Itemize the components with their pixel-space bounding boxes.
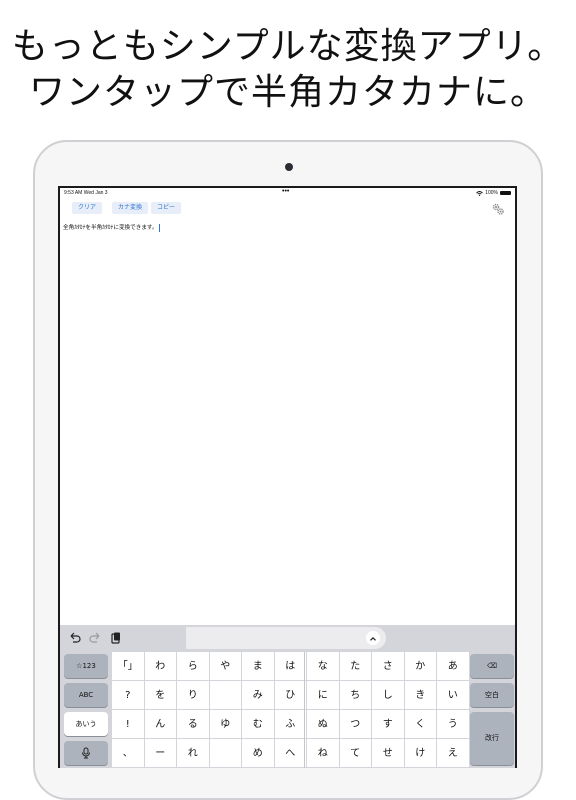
- kana-key[interactable]: た: [339, 652, 372, 681]
- kana-key[interactable]: ね: [307, 739, 340, 768]
- dictation-key[interactable]: [64, 741, 108, 765]
- kana-key: [209, 739, 242, 768]
- kana-key[interactable]: ぬ: [307, 710, 340, 739]
- kana-key[interactable]: き: [404, 681, 437, 710]
- status-bar: 9:53 AM Wed Jan 3 ••• 100%: [60, 188, 515, 199]
- expand-candidates-button[interactable]: [366, 631, 380, 645]
- editor-text: 全角ｶﾀｶﾅを半角ｶﾀｶﾅに変換できます。: [63, 225, 158, 231]
- undo-icon[interactable]: [68, 631, 82, 645]
- numbers-symbols-key[interactable]: ☆123: [64, 654, 108, 678]
- kana-key[interactable]: は: [274, 652, 307, 681]
- kana-key[interactable]: え: [437, 739, 470, 768]
- kana-key[interactable]: ?: [112, 681, 145, 710]
- kana-key[interactable]: ら: [177, 652, 210, 681]
- key-area: ☆123 ABC あいう ⌫ 空白 改行 「」わらやまはなたさかあ? をり みひにち…: [60, 652, 515, 768]
- status-time: 9:53 AM Wed Jan 3: [64, 190, 108, 196]
- kana-key[interactable]: く: [404, 710, 437, 739]
- kana-key: [209, 681, 242, 710]
- redo-icon[interactable]: [88, 631, 102, 645]
- copy-button[interactable]: コピー: [151, 202, 182, 214]
- kana-key[interactable]: ち: [339, 681, 372, 710]
- japanese-keyboard: ☆123 ABC あいう ⌫ 空白 改行 「」わらやまはなたさかあ? をり みひにち…: [60, 625, 515, 768]
- wifi-icon: [476, 190, 484, 196]
- kana-key[interactable]: む: [242, 710, 275, 739]
- kana-key[interactable]: 、: [112, 739, 145, 768]
- chevron-up-icon: [370, 636, 376, 641]
- grid-divider: [304, 652, 305, 768]
- kana-key[interactable]: な: [307, 652, 340, 681]
- backspace-key[interactable]: ⌫: [470, 654, 514, 678]
- kana-key[interactable]: を: [144, 681, 177, 710]
- hiragana-key[interactable]: あいう: [64, 712, 108, 736]
- kana-key[interactable]: ん: [144, 710, 177, 739]
- kana-key[interactable]: れ: [177, 739, 210, 768]
- kana-convert-button[interactable]: カナ変換: [112, 202, 149, 214]
- kana-key[interactable]: め: [242, 739, 275, 768]
- kana-key[interactable]: へ: [274, 739, 307, 768]
- kana-key[interactable]: う: [437, 710, 470, 739]
- kana-key[interactable]: け: [404, 739, 437, 768]
- multitasking-dots[interactable]: •••: [282, 188, 289, 195]
- microphone-icon: [82, 747, 90, 759]
- kana-key[interactable]: ま: [242, 652, 275, 681]
- headline-line-2: ワンタップで半角カタカナに。: [28, 72, 547, 113]
- kana-key[interactable]: 「」: [112, 652, 145, 681]
- kana-key[interactable]: や: [209, 652, 242, 681]
- kana-key[interactable]: か: [404, 652, 437, 681]
- kana-key[interactable]: !: [112, 710, 145, 739]
- kana-key[interactable]: ー: [144, 739, 177, 768]
- kana-key[interactable]: せ: [372, 739, 405, 768]
- kana-key[interactable]: あ: [437, 652, 470, 681]
- clear-button[interactable]: クリア: [72, 202, 103, 214]
- battery-icon: [500, 191, 511, 195]
- kana-key[interactable]: つ: [339, 710, 372, 739]
- kana-key[interactable]: て: [339, 739, 372, 768]
- battery-percent: 100%: [485, 190, 498, 196]
- kana-key[interactable]: さ: [372, 652, 405, 681]
- kana-key[interactable]: ふ: [274, 710, 307, 739]
- camera-icon: [285, 163, 293, 171]
- abc-key[interactable]: ABC: [64, 683, 108, 707]
- kana-key[interactable]: わ: [144, 652, 177, 681]
- tablet-screen: 9:53 AM Wed Jan 3 ••• 100% クリア カナ変換 コピー …: [58, 186, 517, 768]
- kana-key[interactable]: る: [177, 710, 210, 739]
- kana-key[interactable]: す: [372, 710, 405, 739]
- settings-gears-icon[interactable]: [491, 202, 505, 216]
- headline-line-1: もっともシンプルな変換アプリ。: [11, 26, 565, 67]
- text-caret: [158, 223, 160, 232]
- return-key[interactable]: 改行: [470, 712, 514, 765]
- kana-key[interactable]: い: [437, 681, 470, 710]
- space-key[interactable]: 空白: [470, 683, 514, 707]
- kana-key[interactable]: ゆ: [209, 710, 242, 739]
- kana-key[interactable]: に: [307, 681, 340, 710]
- status-right: 100%: [476, 190, 511, 196]
- candidate-bar[interactable]: [186, 627, 386, 649]
- paste-clipboard-icon[interactable]: [109, 631, 123, 645]
- keyboard-toolbar: [60, 625, 515, 652]
- text-editor[interactable]: 全角ｶﾀｶﾅを半角ｶﾀｶﾅに変換できます。: [63, 223, 160, 232]
- kana-key[interactable]: し: [372, 681, 405, 710]
- kana-key[interactable]: り: [177, 681, 210, 710]
- kana-key[interactable]: ひ: [274, 681, 307, 710]
- app-toolbar: クリア カナ変換 コピー: [60, 200, 515, 218]
- headline: もっともシンプルな変換アプリ。 ワンタップで半角カタカナに。: [0, 24, 576, 116]
- kana-key[interactable]: み: [242, 681, 275, 710]
